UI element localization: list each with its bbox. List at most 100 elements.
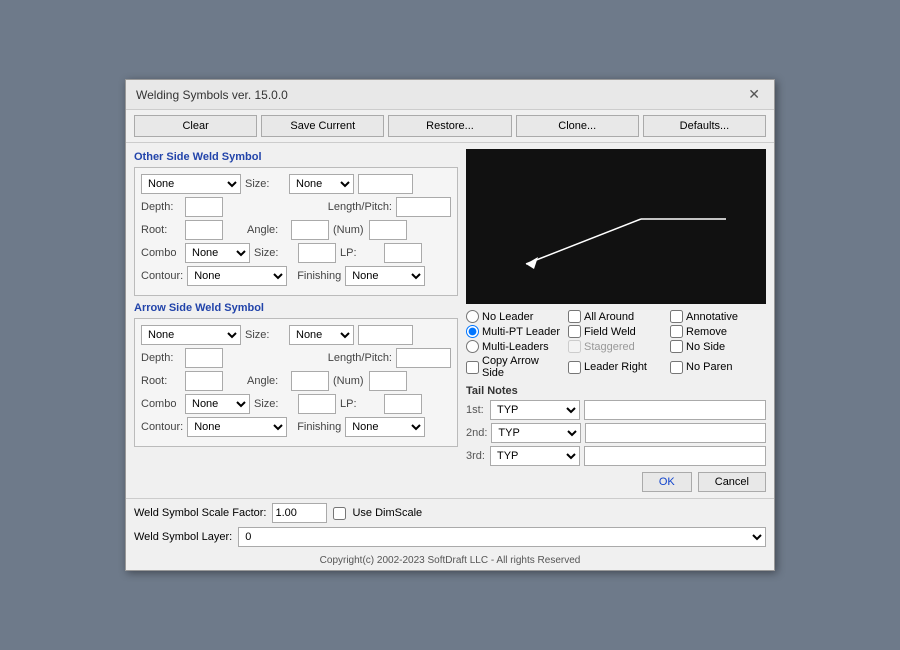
multi-pt-label: Multi-PT Leader [482, 326, 560, 338]
arrow-side-weld-type[interactable]: None [141, 325, 241, 345]
tail-2nd-select[interactable]: TYP [491, 423, 581, 443]
save-current-button[interactable]: Save Current [261, 115, 384, 137]
arrow-lp2-label: LP: [340, 398, 380, 410]
other-side-row1: None Size: None [141, 174, 451, 194]
tail-1st-label: 1st: [466, 404, 486, 416]
other-num-input[interactable] [369, 220, 407, 240]
arrow-lp-label: Length/Pitch: [328, 352, 392, 364]
staggered-label: Staggered [584, 341, 635, 353]
other-size-select[interactable]: None [289, 174, 354, 194]
leader-right-checkbox[interactable] [568, 361, 581, 374]
all-around-option[interactable]: All Around [568, 310, 664, 323]
copy-arrow-checkbox[interactable] [466, 361, 479, 374]
other-root-label: Root: [141, 224, 181, 236]
tail-notes-label: Tail Notes [466, 385, 766, 397]
clone-button[interactable]: Clone... [516, 115, 639, 137]
other-contour-select[interactable]: None [187, 266, 287, 286]
no-paren-checkbox[interactable] [670, 361, 683, 374]
remove-label: Remove [686, 326, 727, 338]
options-grid: No Leader All Around Annotative Multi-PT… [466, 310, 766, 379]
no-paren-option[interactable]: No Paren [670, 355, 766, 379]
arrow-angle-label: Angle: [247, 375, 287, 387]
tail-3rd-label: 3rd: [466, 450, 486, 462]
other-combo-label: Combo [141, 247, 181, 259]
use-dimscale-label: Use DimScale [352, 507, 422, 519]
other-side-weld-type[interactable]: None [141, 174, 241, 194]
all-around-label: All Around [584, 311, 634, 323]
preview-box [466, 149, 766, 304]
arrow-angle-input[interactable] [291, 371, 329, 391]
field-weld-option[interactable]: Field Weld [568, 325, 664, 338]
other-side-row4: Combo None Size: LP: [141, 243, 451, 263]
all-around-checkbox[interactable] [568, 310, 581, 323]
arrow-num-input[interactable] [369, 371, 407, 391]
other-size-label: Size: [245, 178, 285, 190]
tail-row-1: 1st: TYP [466, 400, 766, 420]
remove-option[interactable]: Remove [670, 325, 766, 338]
clear-button[interactable]: Clear [134, 115, 257, 137]
arrow-contour-select[interactable]: None [187, 417, 287, 437]
restore-button[interactable]: Restore... [388, 115, 511, 137]
arrow-side-row3: Root: Angle: (Num) [141, 371, 451, 391]
layer-select[interactable]: 0 [238, 527, 766, 547]
arrow-depth-label: Depth: [141, 352, 181, 364]
other-root-input[interactable] [185, 220, 223, 240]
tail-2nd-input[interactable] [585, 423, 766, 443]
arrow-root-input[interactable] [185, 371, 223, 391]
staggered-checkbox[interactable] [568, 340, 581, 353]
other-finishing-select[interactable]: None [345, 266, 425, 286]
leader-right-option[interactable]: Leader Right [568, 355, 664, 379]
main-content: Other Side Weld Symbol None Size: None D… [126, 143, 774, 498]
no-leader-option[interactable]: No Leader [466, 310, 562, 323]
field-weld-checkbox[interactable] [568, 325, 581, 338]
other-side-row3: Root: Angle: (Num) [141, 220, 451, 240]
other-lp2-input[interactable] [384, 243, 422, 263]
other-lp-input[interactable] [396, 197, 451, 217]
tail-1st-select[interactable]: TYP [490, 400, 580, 420]
multi-leaders-option[interactable]: Multi-Leaders [466, 340, 562, 353]
multi-leaders-radio[interactable] [466, 340, 479, 353]
arrow-side-section: None Size: None Depth: Length/Pitch: [134, 318, 458, 447]
scale-input[interactable]: 1.00 [272, 503, 327, 523]
scale-row: Weld Symbol Scale Factor: 1.00 Use DimSc… [134, 503, 766, 523]
arrow-finishing-select[interactable]: None [345, 417, 425, 437]
other-combo-select[interactable]: None [185, 243, 250, 263]
cancel-button[interactable]: Cancel [698, 472, 766, 492]
dialog-title: Welding Symbols ver. 15.0.0 [136, 88, 288, 102]
multi-pt-radio[interactable] [466, 325, 479, 338]
other-depth-input[interactable] [185, 197, 223, 217]
arrow-lp-input[interactable] [396, 348, 451, 368]
other-size-input[interactable] [358, 174, 413, 194]
no-leader-radio[interactable] [466, 310, 479, 323]
tail-3rd-input[interactable] [584, 446, 766, 466]
arrow-lp2-input[interactable] [384, 394, 422, 414]
annotative-label: Annotative [686, 311, 738, 323]
other-angle-input[interactable] [291, 220, 329, 240]
arrow-depth-input[interactable] [185, 348, 223, 368]
arrow-side-label: Arrow Side Weld Symbol [134, 302, 458, 314]
arrow-size-input[interactable] [358, 325, 413, 345]
defaults-button[interactable]: Defaults... [643, 115, 766, 137]
staggered-option[interactable]: Staggered [568, 340, 664, 353]
close-button[interactable]: ✕ [744, 86, 764, 103]
copy-arrow-option[interactable]: Copy Arrow Side [466, 355, 562, 379]
tail-1st-input[interactable] [584, 400, 766, 420]
tail-2nd-label: 2nd: [466, 427, 487, 439]
other-size2-input[interactable] [298, 243, 336, 263]
tail-3rd-select[interactable]: TYP [490, 446, 580, 466]
multi-pt-option[interactable]: Multi-PT Leader [466, 325, 562, 338]
annotative-option[interactable]: Annotative [670, 310, 766, 323]
ok-button[interactable]: OK [642, 472, 692, 492]
arrow-size2-input[interactable] [298, 394, 336, 414]
other-side-row2: Depth: Length/Pitch: [141, 197, 451, 217]
use-dimscale-checkbox[interactable] [333, 507, 346, 520]
arrow-size-select[interactable]: None [289, 325, 354, 345]
remove-checkbox[interactable] [670, 325, 683, 338]
annotative-checkbox[interactable] [670, 310, 683, 323]
main-dialog: Welding Symbols ver. 15.0.0 ✕ Clear Save… [125, 79, 775, 571]
no-side-checkbox[interactable] [670, 340, 683, 353]
no-side-label: No Side [686, 341, 725, 353]
no-side-option[interactable]: No Side [670, 340, 766, 353]
arrow-combo-select[interactable]: None [185, 394, 250, 414]
copyright: Copyright(c) 2002-2023 SoftDraft LLC - A… [126, 555, 774, 570]
